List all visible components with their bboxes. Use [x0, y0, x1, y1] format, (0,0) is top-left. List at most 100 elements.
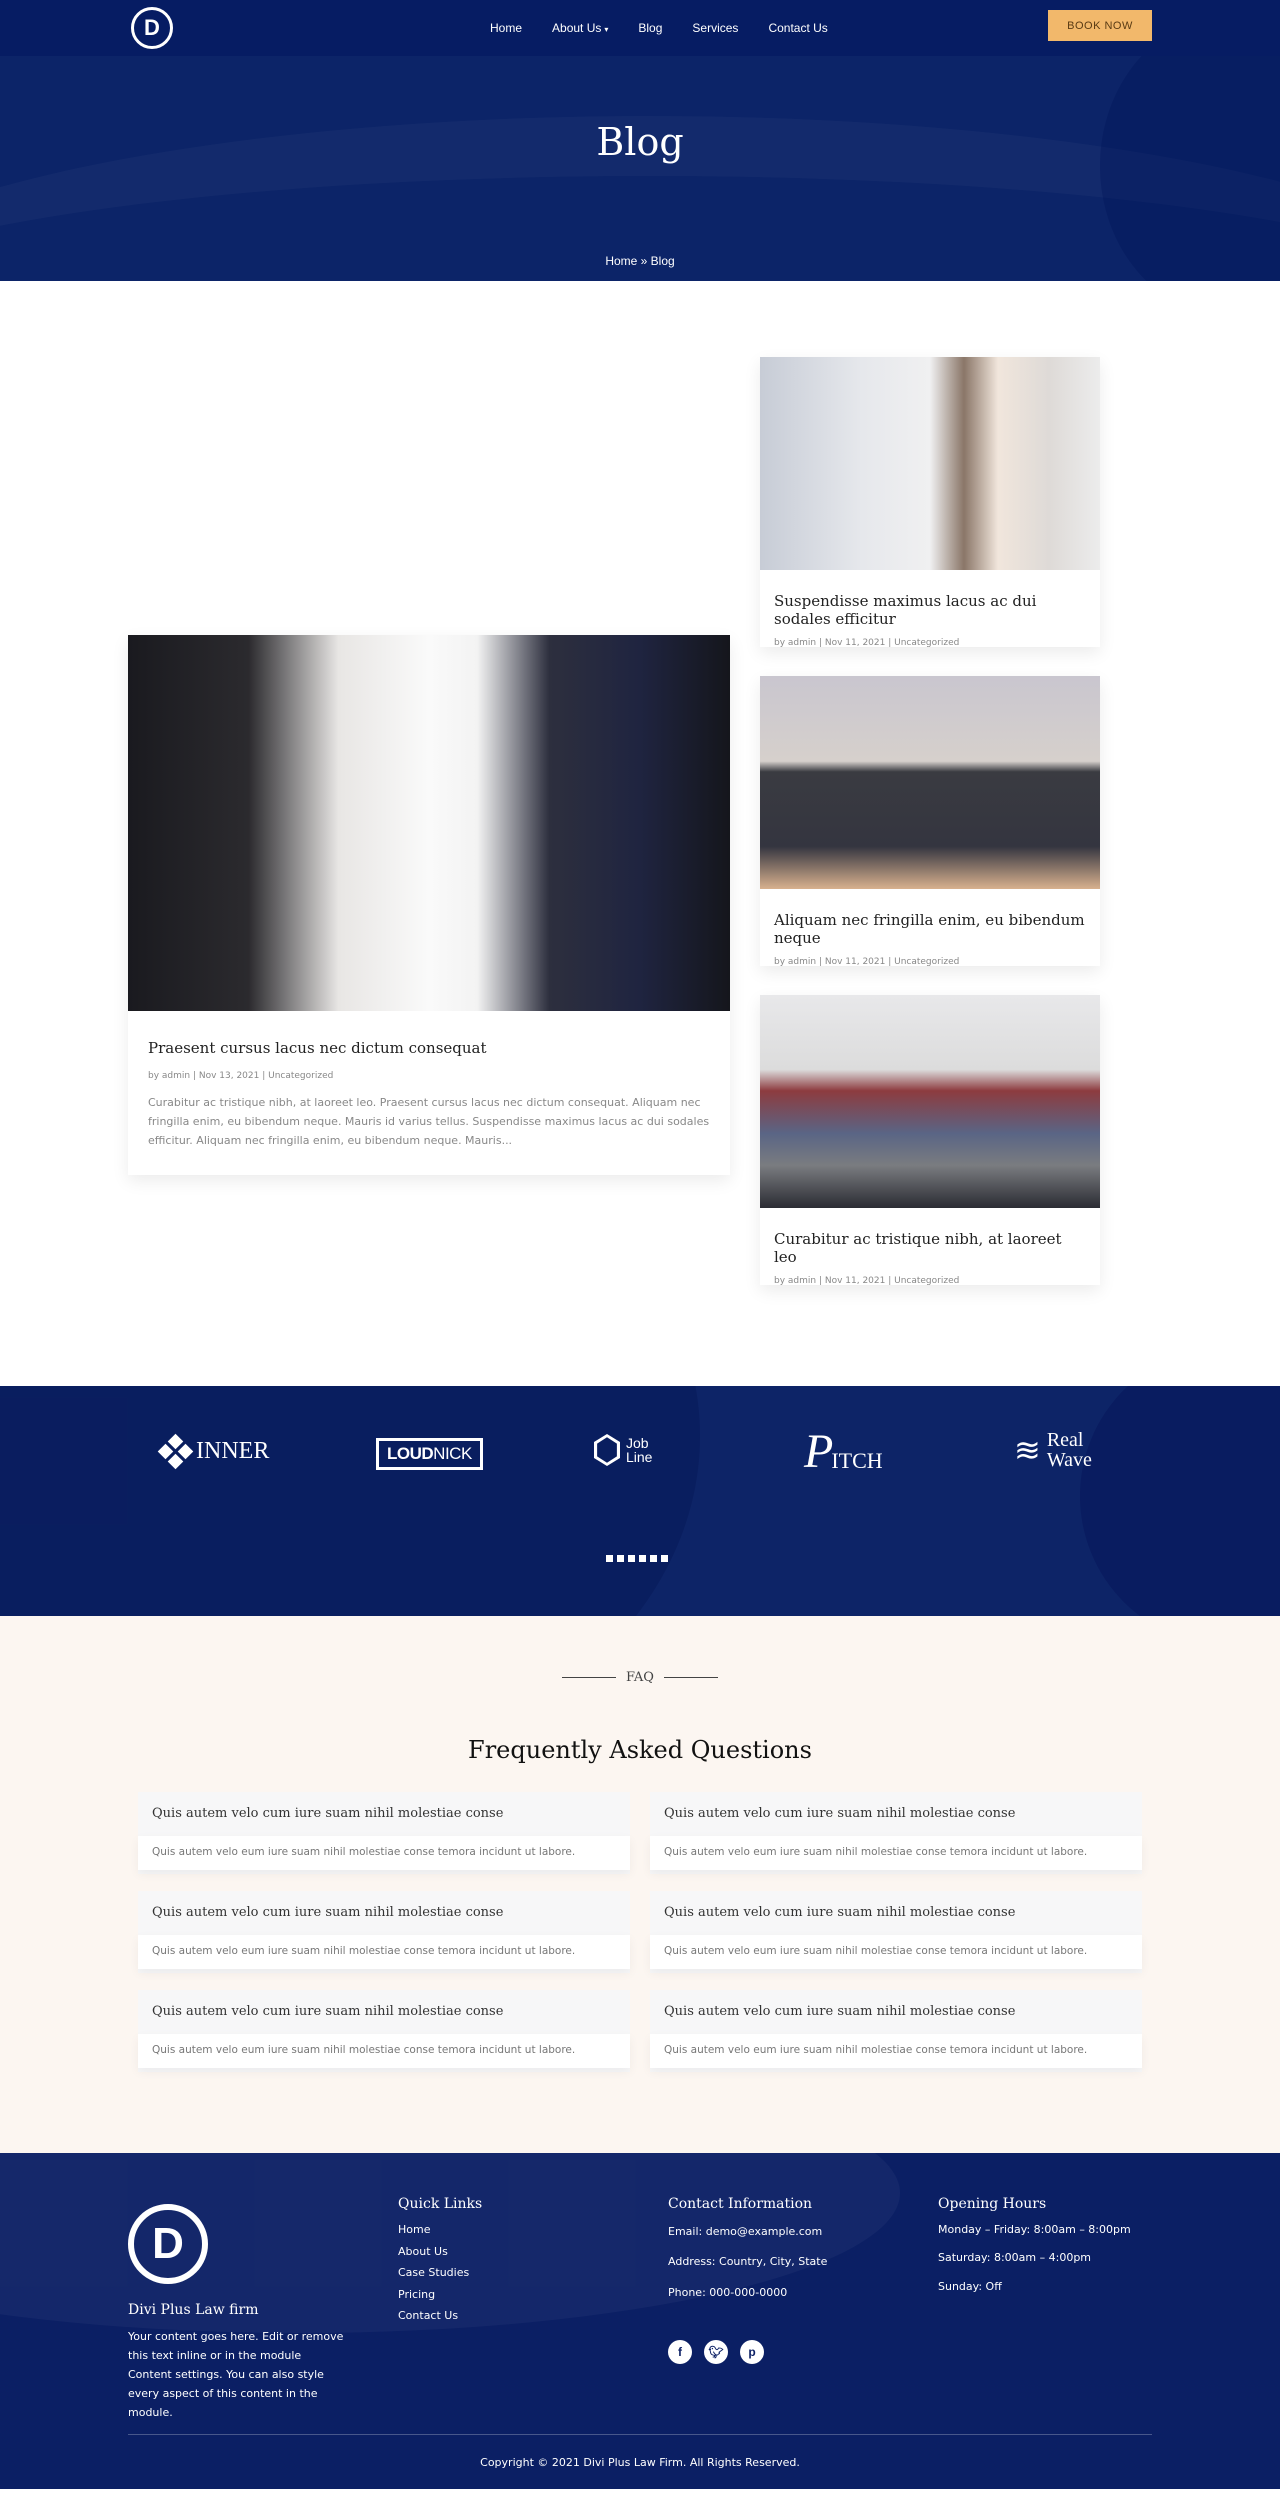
post-image[interactable]	[760, 676, 1100, 889]
nav-about-us-label: About Us	[552, 21, 602, 35]
contact-info-title: Contact Information	[668, 2196, 813, 2212]
post-title[interactable]: Suspendisse maximus lacus ac dui sodales…	[774, 592, 1086, 628]
faq-question[interactable]: Quis autem velo cum iure suam nihil mole…	[664, 1806, 1015, 1821]
post-title[interactable]: Curabitur ac tristique nibh, at laoreet …	[774, 1230, 1086, 1266]
book-now-button[interactable]: BOOK NOW	[1048, 10, 1152, 41]
wave-icon: ≋	[1014, 1431, 1041, 1469]
faq-section: FAQ Frequently Asked Questions Quis aute…	[0, 1616, 1280, 2153]
faq-item[interactable]: Quis autem velo cum iure suam nihil mole…	[138, 1792, 630, 1874]
faq-answer: Quis autem velo eum iure suam nihil mole…	[138, 1836, 630, 1870]
logo-text: Wave	[1046, 1449, 1092, 1471]
page-title: Blog	[596, 120, 684, 164]
footer-link-about-us[interactable]: About Us	[398, 2241, 469, 2263]
logo-text: ITCH	[831, 1447, 883, 1473]
nav-contact-us[interactable]: Contact Us	[768, 21, 827, 35]
post-excerpt: Curabitur ac tristique nibh, at laoreet …	[148, 1096, 710, 1147]
logo-inner: INNER	[157, 1433, 270, 1470]
faq-answer: Quis autem velo eum iure suam nihil mole…	[138, 1935, 630, 1969]
footer-link-home[interactable]: Home	[398, 2219, 469, 2241]
post-meta: by admin | Nov 11, 2021 | Uncategorized	[774, 638, 960, 648]
slider-dot[interactable]	[661, 1555, 668, 1562]
post-image[interactable]	[760, 995, 1100, 1208]
footer-logo[interactable]: D	[128, 2204, 208, 2284]
footer-link-case-studies[interactable]: Case Studies	[398, 2262, 469, 2284]
logo-text: INNER	[196, 1437, 270, 1464]
featured-post-image[interactable]	[128, 635, 730, 1011]
twitter-icon[interactable]: 🐦︎	[704, 2340, 728, 2364]
slider-dot[interactable]	[606, 1555, 613, 1562]
faq-answer: Quis autem velo eum iure suam nihil mole…	[138, 2034, 630, 2068]
logo-initial: P	[804, 1425, 834, 1478]
footer-link-pricing[interactable]: Pricing	[398, 2284, 469, 2306]
post-card[interactable]: Curabitur ac tristique nibh, at laoreet …	[760, 995, 1100, 1286]
faq-question[interactable]: Quis autem velo cum iure suam nihil mole…	[152, 1806, 503, 1821]
slider-dot[interactable]	[617, 1555, 624, 1562]
social-links: f 🐦︎ p	[668, 2340, 764, 2364]
copyright-text: Copyright © 2021 Divi Plus Law Firm. All…	[480, 2456, 800, 2469]
faq-question[interactable]: Quis autem velo cum iure suam nihil mole…	[152, 2004, 503, 2019]
slider-dot[interactable]	[639, 1555, 646, 1562]
partner-logos-section: INNER LOUD NICK Job Line P ITCH ≋ Real Wave	[0, 1386, 1280, 1616]
site-footer: D Divi Plus Law firm Your content goes h…	[0, 2153, 1280, 2489]
logo-letter: D	[144, 15, 160, 40]
footer-link-contact-us[interactable]: Contact Us	[398, 2305, 469, 2327]
opening-hours-title: Opening Hours	[938, 2196, 1047, 2212]
faq-question[interactable]: Quis autem velo cum iure suam nihil mole…	[152, 1905, 503, 1920]
nav-services[interactable]: Services	[692, 21, 738, 35]
tag-divider	[663, 1677, 718, 1678]
logo-text: Line	[626, 1449, 653, 1465]
logo-text: LOUD	[387, 1444, 434, 1463]
slider-pagination	[606, 1555, 668, 1562]
post-meta: by admin | Nov 11, 2021 | Uncategorized	[774, 957, 960, 967]
logo-text: Real	[1046, 1429, 1084, 1451]
logo-letter: D	[152, 2219, 184, 2268]
post-title[interactable]: Aliquam nec fringilla enim, eu bibendum …	[774, 911, 1086, 947]
slider-dot[interactable]	[628, 1555, 635, 1562]
chevron-down-icon: ▾	[604, 25, 609, 34]
hours-sunday: Sunday: Off	[938, 2280, 1002, 2293]
logo-text: Job	[626, 1435, 649, 1451]
nav-home[interactable]: Home	[490, 21, 522, 35]
page-hero: Blog Home » Blog	[0, 56, 1280, 281]
nav-blog[interactable]: Blog	[638, 21, 662, 35]
faq-tag: FAQ	[0, 1670, 1280, 1685]
contact-phone: Phone: 000-000-0000	[668, 2286, 788, 2299]
facebook-icon[interactable]: f	[668, 2340, 692, 2364]
faq-heading: Frequently Asked Questions	[468, 1736, 812, 1764]
site-logo[interactable]: D	[131, 7, 173, 49]
faq-answer: Quis autem velo eum iure suam nihil mole…	[650, 2034, 1142, 2068]
faq-item[interactable]: Quis autem velo cum iure suam nihil mole…	[138, 1990, 630, 2072]
faq-question[interactable]: Quis autem velo cum iure suam nihil mole…	[664, 1905, 1015, 1920]
post-card[interactable]: Aliquam nec fringilla enim, eu bibendum …	[760, 676, 1100, 967]
faq-question[interactable]: Quis autem velo cum iure suam nihil mole…	[664, 2004, 1015, 2019]
hero-wave-decoration	[1100, 56, 1280, 281]
post-image[interactable]	[760, 357, 1100, 570]
breadcrumb[interactable]: Home » Blog	[0, 254, 1280, 268]
faq-item[interactable]: Quis autem velo cum iure suam nihil mole…	[650, 1990, 1142, 2072]
site-header: D Home About Us ▾ Blog Services Contact U…	[0, 0, 1280, 56]
hours-saturday: Saturday: 8:00am – 4:00pm	[938, 2251, 1092, 2264]
diamond-icon	[157, 1433, 194, 1470]
footer-brand: Divi Plus Law firm	[128, 2302, 259, 2318]
contact-email[interactable]: Email: demo@example.com	[668, 2225, 822, 2238]
featured-post-card[interactable]: Praesent cursus lacus nec dictum consequ…	[128, 635, 730, 1175]
post-meta: by admin | Nov 13, 2021 | Uncategorized	[148, 1071, 334, 1081]
post-meta: by admin | Nov 11, 2021 | Uncategorized	[774, 1276, 960, 1286]
post-card[interactable]: Suspendisse maximus lacus ac dui sodales…	[760, 357, 1100, 648]
quick-links-list: Home About Us Case Studies Pricing Conta…	[398, 2219, 469, 2327]
pinterest-icon[interactable]: p	[740, 2340, 764, 2364]
footer-divider	[128, 2434, 1152, 2435]
tag-divider	[562, 1677, 617, 1678]
nav-about-us[interactable]: About Us ▾	[552, 21, 608, 35]
slider-dot[interactable]	[650, 1555, 657, 1562]
faq-item[interactable]: Quis autem velo cum iure suam nihil mole…	[650, 1792, 1142, 1874]
logo-jobline: Job Line	[594, 1434, 652, 1466]
blog-section: News Latest Blog Curabitur ac tristique …	[0, 281, 1280, 1386]
post-title[interactable]: Praesent cursus lacus nec dictum consequ…	[148, 1039, 710, 1057]
footer-about: Your content goes here. Edit or remove t…	[128, 2330, 344, 2419]
faq-answer: Quis autem velo eum iure suam nihil mole…	[650, 1836, 1142, 1870]
faq-item[interactable]: Quis autem velo cum iure suam nihil mole…	[650, 1891, 1142, 1973]
faq-item[interactable]: Quis autem velo cum iure suam nihil mole…	[138, 1891, 630, 1973]
hours-weekdays: Monday – Friday: 8:00am – 8:00pm	[938, 2223, 1131, 2236]
hexagon-icon	[594, 1434, 620, 1466]
